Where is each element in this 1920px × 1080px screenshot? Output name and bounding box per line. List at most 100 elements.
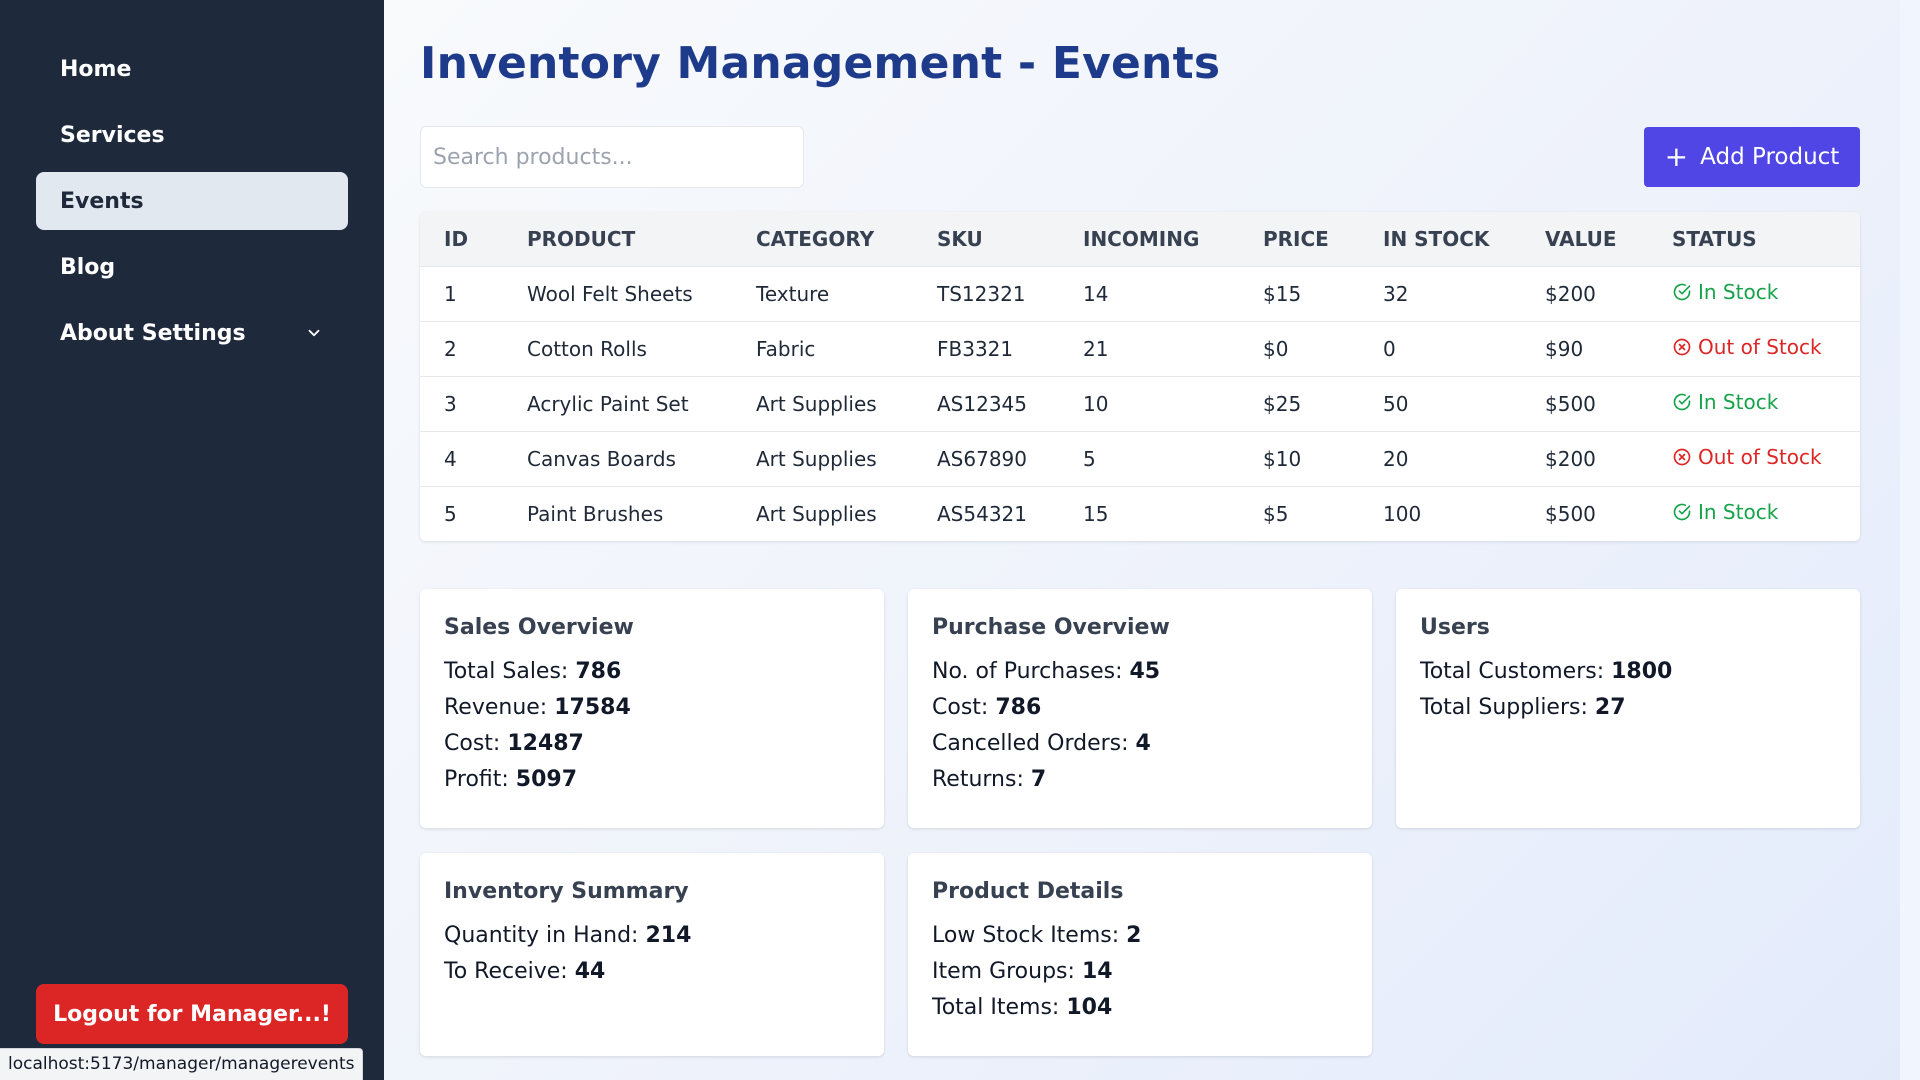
sidebar-item-blog[interactable]: Blog xyxy=(36,238,348,296)
add-product-label: Add Product xyxy=(1700,144,1840,170)
status-badge: Out of Stock xyxy=(1672,335,1822,359)
column-header: Price xyxy=(1263,226,1329,251)
table-row[interactable]: 5 Paint Brushes Art Supplies AS54321 15 … xyxy=(420,486,1860,541)
stat-total-suppliers: Total Suppliers: 27 xyxy=(1420,695,1626,720)
cell-product: Acrylic Paint Set xyxy=(527,391,689,416)
x-circle-icon xyxy=(1673,448,1691,466)
cell-id: 1 xyxy=(444,281,457,306)
cell-sku: TS12321 xyxy=(937,281,1026,306)
stat-revenue: Revenue: 17584 xyxy=(444,695,631,720)
cell-category: Fabric xyxy=(756,336,816,361)
cell-price: $5 xyxy=(1263,501,1289,526)
purchase-overview-card: Purchase Overview No. of Purchases: 45 C… xyxy=(908,589,1372,828)
stat-total-customers: Total Customers: 1800 xyxy=(1420,659,1673,684)
stat-total-items: Total Items: 104 xyxy=(932,995,1113,1020)
cell-id: 3 xyxy=(444,391,457,416)
cell-sku: FB3321 xyxy=(937,336,1014,361)
cell-status: Out of Stock xyxy=(1648,431,1860,486)
stat-returns: Returns: 7 xyxy=(932,767,1047,792)
cell-value: $500 xyxy=(1545,501,1596,526)
cell-category: Art Supplies xyxy=(756,446,877,471)
status-badge: In Stock xyxy=(1672,280,1778,304)
stat-item-groups: Item Groups: 14 xyxy=(932,959,1113,984)
cell-price: $10 xyxy=(1263,446,1302,471)
cell-price: $25 xyxy=(1263,391,1302,416)
cell-incoming: 21 xyxy=(1083,336,1109,361)
cell-in-stock: 32 xyxy=(1383,281,1409,306)
sidebar-item-label: About Settings xyxy=(60,320,246,346)
column-header: Value xyxy=(1545,226,1617,251)
column-header: In Stock xyxy=(1383,226,1490,251)
cell-id: 4 xyxy=(444,446,457,471)
cell-status: In Stock xyxy=(1648,266,1860,321)
plus-icon: + xyxy=(1664,140,1689,173)
card-title: Users xyxy=(1420,615,1490,640)
card-title: Inventory Summary xyxy=(444,879,689,904)
sales-overview-card: Sales Overview Total Sales: 786 Revenue:… xyxy=(420,589,884,828)
cell-price: $15 xyxy=(1263,281,1302,306)
sidebar-item-home[interactable]: Home xyxy=(36,40,348,98)
cell-product: Cotton Rolls xyxy=(527,336,647,361)
cell-incoming: 10 xyxy=(1083,391,1109,416)
cell-sku: AS12345 xyxy=(937,391,1027,416)
add-product-button[interactable]: + Add Product xyxy=(1644,127,1860,187)
cell-value: $90 xyxy=(1545,336,1584,361)
x-circle-icon xyxy=(1673,338,1691,356)
card-title: Purchase Overview xyxy=(932,615,1170,640)
cell-in-stock: 20 xyxy=(1383,446,1409,471)
check-circle-icon xyxy=(1673,503,1691,521)
stat-total-sales: Total Sales: 786 xyxy=(444,659,622,684)
check-circle-icon xyxy=(1673,283,1691,301)
table-row[interactable]: 4 Canvas Boards Art Supplies AS67890 5 $… xyxy=(420,431,1860,486)
table-header-row: ID Product Category SKU Incoming Price I… xyxy=(420,212,1860,266)
status-bar-url: localhost:5173/manager/managerevents xyxy=(0,1048,364,1080)
table-row[interactable]: 3 Acrylic Paint Set Art Supplies AS12345… xyxy=(420,376,1860,431)
table-row[interactable]: 2 Cotton Rolls Fabric FB3321 21 $0 0 $90… xyxy=(420,321,1860,376)
check-circle-icon xyxy=(1673,393,1691,411)
sidebar-item-about-settings[interactable]: About Settings xyxy=(36,304,348,362)
cell-incoming: 14 xyxy=(1083,281,1109,306)
cell-category: Art Supplies xyxy=(756,391,877,416)
status-badge: In Stock xyxy=(1672,500,1778,524)
sidebar-item-services[interactable]: Services xyxy=(36,106,348,164)
cell-incoming: 5 xyxy=(1083,446,1096,471)
main-content: Inventory Management - Events + Add Prod… xyxy=(384,0,1900,1080)
sidebar-item-events[interactable]: Events xyxy=(36,172,348,230)
column-header: Category xyxy=(756,226,875,251)
chevron-down-icon[interactable] xyxy=(304,323,324,343)
cell-product: Paint Brushes xyxy=(527,501,664,526)
cell-category: Texture xyxy=(756,281,830,306)
cell-price: $0 xyxy=(1263,336,1289,361)
status-badge: In Stock xyxy=(1672,390,1778,414)
stat-purchases: No. of Purchases: 45 xyxy=(932,659,1161,684)
cell-in-stock: 0 xyxy=(1383,336,1396,361)
stat-quantity-in-hand: Quantity in Hand: 214 xyxy=(444,923,692,948)
stat-cancelled-orders: Cancelled Orders: 4 xyxy=(932,731,1151,756)
cell-sku: AS54321 xyxy=(937,501,1027,526)
card-title: Product Details xyxy=(932,879,1124,904)
page-title: Inventory Management - Events xyxy=(420,38,1221,89)
logout-button[interactable]: Logout for Manager...! xyxy=(36,984,348,1044)
cell-id: 5 xyxy=(444,501,457,526)
stat-low-stock-items: Low Stock Items: 2 xyxy=(932,923,1142,948)
cell-value: $200 xyxy=(1545,281,1596,306)
card-title: Sales Overview xyxy=(444,615,634,640)
cell-value: $200 xyxy=(1545,446,1596,471)
inventory-summary-card: Inventory Summary Quantity in Hand: 214 … xyxy=(420,853,884,1056)
sidebar-item-label: Services xyxy=(60,122,165,148)
sidebar-item-label: Home xyxy=(60,56,132,82)
cell-in-stock: 100 xyxy=(1383,501,1422,526)
table-row[interactable]: 1 Wool Felt Sheets Texture TS12321 14 $1… xyxy=(420,266,1860,321)
sidebar: Home Services Events Blog About Settings… xyxy=(0,0,384,1080)
cell-product: Wool Felt Sheets xyxy=(527,281,693,306)
status-label: Out of Stock xyxy=(1698,335,1822,359)
cell-id: 2 xyxy=(444,336,457,361)
cell-status: In Stock xyxy=(1648,486,1860,541)
sidebar-item-label: Blog xyxy=(60,254,116,280)
sidebar-item-label: Events xyxy=(60,188,144,214)
stat-purchase-cost: Cost: 786 xyxy=(932,695,1042,720)
cell-incoming: 15 xyxy=(1083,501,1109,526)
cell-status: In Stock xyxy=(1648,376,1860,431)
search-input[interactable] xyxy=(420,126,804,188)
column-header: SKU xyxy=(937,226,983,251)
